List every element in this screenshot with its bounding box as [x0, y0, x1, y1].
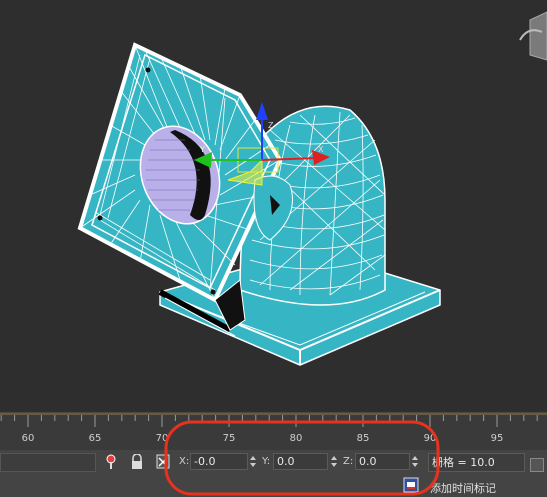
- highlight-annotation: [164, 420, 440, 496]
